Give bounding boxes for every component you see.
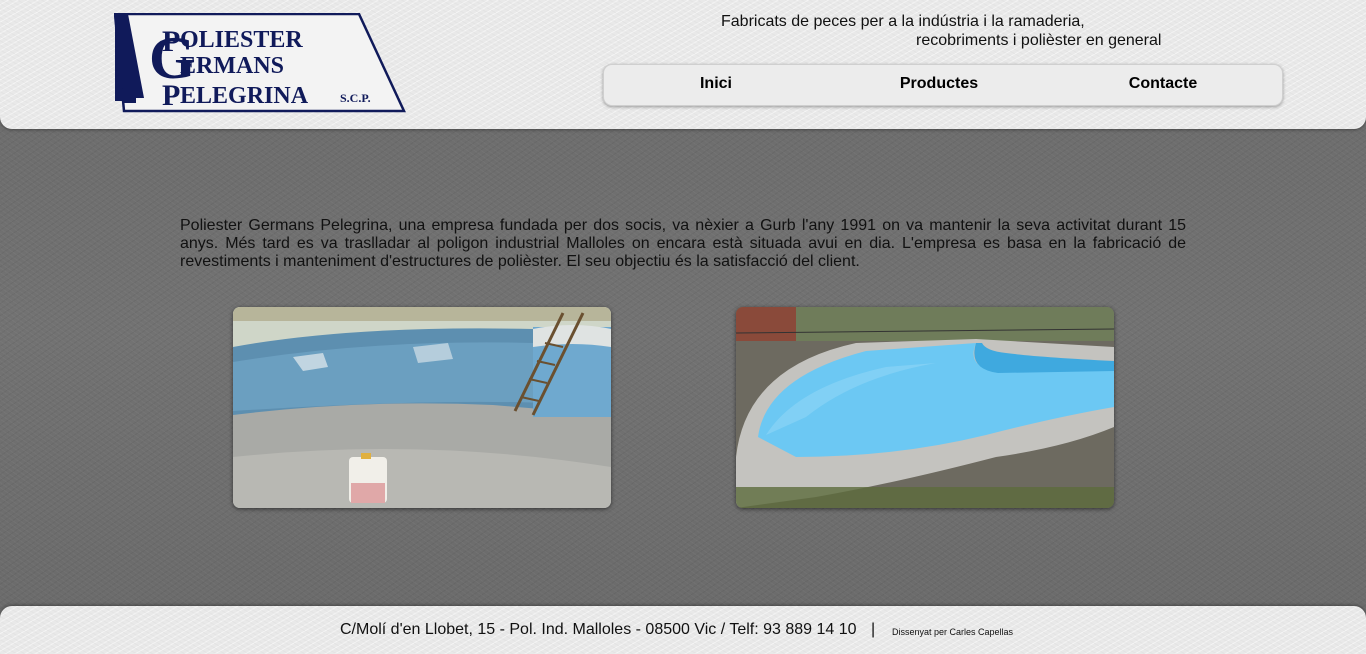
logo-big-p-top: P bbox=[162, 25, 180, 58]
site-footer: C/Molí d'en Llobet, 15 - Pol. Ind. Mallo… bbox=[0, 606, 1366, 654]
tagline: Fabricats de peces per a la indústria i … bbox=[680, 12, 1200, 50]
tagline-line1: Fabricats de peces per a la indústria i … bbox=[721, 13, 1085, 30]
site-header: G P OLIESTER ERMANS P ELEGRINA S.C.P. Fa… bbox=[0, 0, 1366, 129]
nav-item-inici[interactable]: Inici bbox=[636, 65, 796, 105]
company-logo[interactable]: G P OLIESTER ERMANS P ELEGRINA S.C.P. bbox=[114, 13, 406, 113]
footer-credit[interactable]: Dissenyat per Carles Capellas bbox=[892, 627, 1013, 637]
footer-separator: | bbox=[871, 621, 876, 638]
logo-suffix: S.C.P. bbox=[340, 91, 371, 105]
logo-big-p-bottom: P bbox=[162, 79, 180, 112]
tagline-line2: recobriments i polièster en general bbox=[916, 32, 1162, 49]
nav-item-productes[interactable]: Productes bbox=[859, 65, 1019, 105]
photo-pool-before bbox=[233, 307, 611, 508]
intro-paragraph: Poliester Germans Pelegrina, una empresa… bbox=[180, 217, 1186, 270]
logo-line2: ERMANS bbox=[180, 53, 284, 79]
logo-line3: ELEGRINA bbox=[180, 83, 309, 109]
logo-graphic: G P OLIESTER ERMANS P ELEGRINA S.C.P. bbox=[114, 13, 406, 113]
logo-line1: OLIESTER bbox=[180, 27, 303, 53]
nav-item-contacte[interactable]: Contacte bbox=[1083, 65, 1243, 105]
footer-address: C/Molí d'en Llobet, 15 - Pol. Ind. Mallo… bbox=[340, 621, 857, 638]
photo-pool-after bbox=[736, 307, 1114, 508]
main-navigation: Inici Productes Contacte bbox=[603, 64, 1283, 106]
